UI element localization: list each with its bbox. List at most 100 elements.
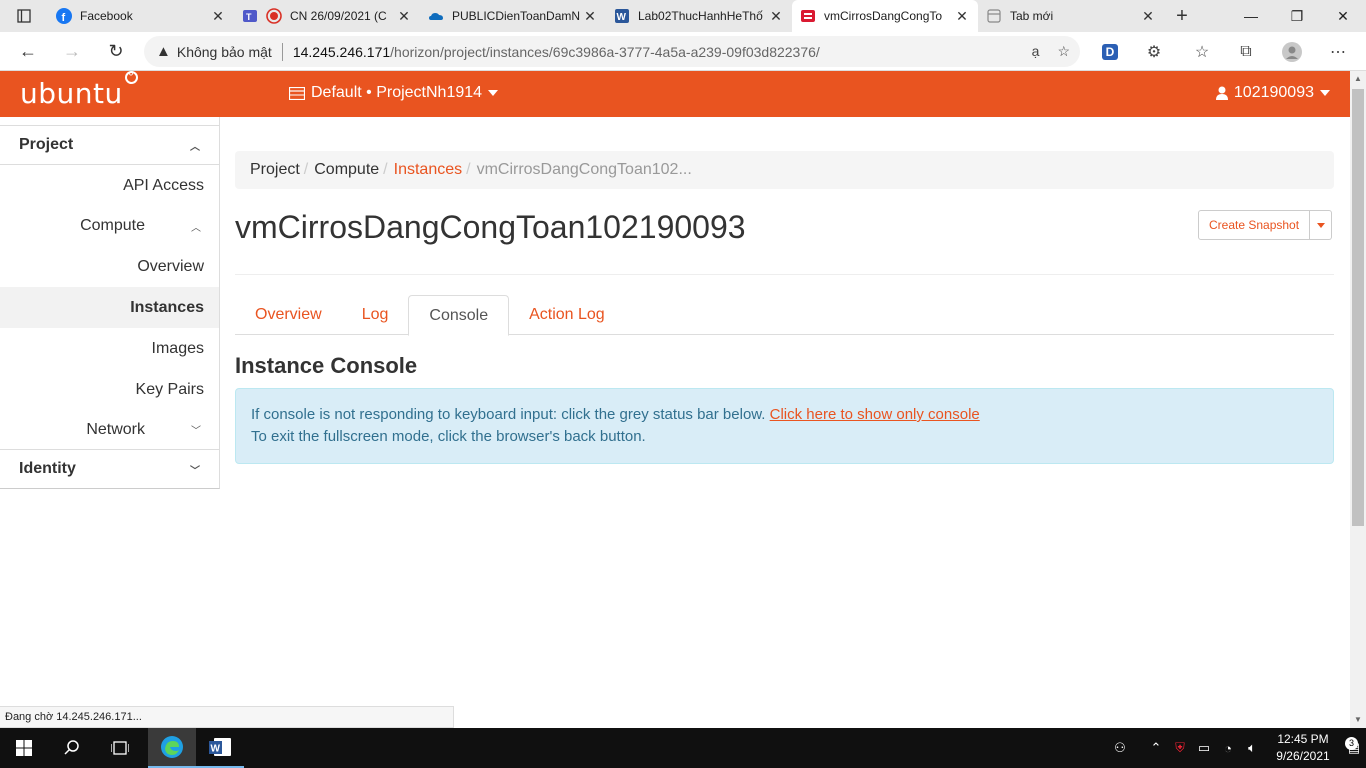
breadcrumb-compute: Compute — [314, 161, 380, 178]
volume-icon[interactable]: 🔈︎ — [1240, 740, 1264, 756]
scroll-down-icon[interactable]: ▼ — [1350, 712, 1366, 728]
more-menu-icon[interactable]: ⋯ — [1323, 32, 1353, 71]
create-snapshot-button-group: Create Snapshot — [1198, 210, 1333, 240]
scroll-up-icon[interactable]: ▲ — [1350, 71, 1366, 87]
tab-actions-icon[interactable] — [0, 0, 48, 32]
sidebar-group-compute[interactable]: Compute ︿ — [0, 206, 220, 246]
antivirus-icon[interactable]: ⛨ — [1168, 740, 1192, 756]
sidebar-section-identity[interactable]: Identity ﹀ — [0, 450, 220, 489]
create-snapshot-button[interactable]: Create Snapshot — [1198, 210, 1311, 240]
word-taskbar-icon[interactable]: W — [196, 728, 244, 768]
tab-log[interactable]: Log — [342, 295, 409, 335]
sidebar-top-edge — [0, 117, 220, 126]
collections-icon[interactable]: ⧉ — [1231, 32, 1261, 71]
tab-overview[interactable]: Overview — [235, 295, 342, 335]
windows-start-icon[interactable] — [0, 728, 48, 768]
extensions-icon[interactable]: ⚙ — [1139, 32, 1169, 71]
ubuntu-logo[interactable]: ubuntu° — [20, 70, 138, 110]
close-icon[interactable]: ✕ — [954, 8, 970, 25]
forward-icon[interactable]: → — [50, 32, 94, 71]
breadcrumb-current: vmCirrosDangCongToan102... — [476, 161, 692, 178]
back-icon[interactable]: ← — [6, 32, 50, 71]
page-title: vmCirrosDangCongToan102190093 — [235, 209, 746, 245]
close-icon[interactable]: ✕ — [396, 8, 412, 25]
system-clock[interactable]: 12:45 PM 9/26/2021 — [1264, 731, 1342, 765]
task-view-icon[interactable] — [96, 728, 144, 768]
browser-tab-onedrive[interactable]: PUBLICDienToanDamN ✕ — [420, 0, 606, 32]
scroll-thumb[interactable] — [1352, 89, 1364, 526]
sidebar-item-api-access[interactable]: API Access — [0, 165, 220, 206]
edge-taskbar-icon[interactable] — [148, 728, 196, 768]
header-divider — [235, 274, 1334, 275]
profile-avatar-icon[interactable] — [1277, 32, 1307, 71]
sidebar-item-label: Key Pairs — [135, 380, 204, 398]
browser-tab-word[interactable]: W Lab02ThucHanhHeThố ✕ — [606, 0, 792, 32]
sidebar-group-network[interactable]: Network ﹀ — [0, 410, 220, 450]
chevron-down-icon: ﹀ — [191, 426, 201, 437]
people-icon[interactable]: ⚇ — [1108, 740, 1132, 756]
tab-action-log[interactable]: Action Log — [509, 295, 625, 335]
recording-icon — [266, 8, 282, 24]
url-separator — [281, 42, 283, 61]
add-favorite-icon[interactable]: ☆ — [1057, 43, 1070, 60]
instance-detail-tabs: Overview Log Console Action Log — [235, 295, 1334, 336]
new-tab-button[interactable]: + — [1164, 0, 1200, 32]
maximize-icon[interactable]: ❐ — [1274, 0, 1320, 32]
browser-tab-horizon[interactable]: vmCirrosDangCongTo ✕ — [792, 0, 978, 32]
project-selector-label: Default • ProjectNh1914 — [311, 84, 483, 101]
actions-dropdown-button[interactable] — [1310, 210, 1333, 240]
onedrive-icon — [428, 8, 444, 24]
breadcrumb-separator: / — [303, 161, 309, 178]
sidebar-section-label: Identity — [19, 460, 76, 477]
svg-text:T: T — [246, 12, 252, 22]
battery-icon[interactable]: ▭ — [1192, 740, 1216, 756]
user-menu[interactable]: 102190093 — [1215, 84, 1330, 102]
project-selector[interactable]: Default • ProjectNh1914 — [289, 84, 499, 102]
browser-tab-new[interactable]: Tab mới ✕ — [978, 0, 1164, 32]
sidebar-item-images[interactable]: Images — [0, 328, 220, 369]
sidebar-item-key-pairs[interactable]: Key Pairs — [0, 369, 220, 410]
url-host: 14.245.246.171 — [292, 43, 391, 60]
tab-console[interactable]: Console — [408, 295, 510, 336]
refresh-icon[interactable]: ↻ — [94, 32, 138, 71]
close-icon[interactable]: ✕ — [1140, 8, 1156, 25]
read-aloud-icon[interactable]: ạ — [1032, 43, 1040, 60]
browser-tab-teams[interactable]: T CN 26/09/2021 (C ✕ — [234, 0, 420, 32]
close-icon[interactable]: ✕ — [210, 8, 226, 25]
window-close-icon[interactable]: ✕ — [1320, 0, 1366, 32]
extension-d-icon[interactable]: D — [1095, 32, 1125, 71]
table-icon — [289, 86, 305, 100]
sidebar-section-project[interactable]: Project ︿ — [0, 126, 220, 165]
notification-center-icon[interactable]: ▤3 — [1342, 737, 1366, 756]
wifi-icon[interactable]: ◔ — [1216, 741, 1240, 756]
alert-line-2: To exit the fullscreen mode, click the b… — [251, 428, 646, 445]
user-icon — [1215, 86, 1228, 100]
url-path: /horizon/project/instances/69c3986a-3777… — [390, 43, 820, 60]
close-icon[interactable]: ✕ — [768, 8, 784, 25]
favorites-icon[interactable]: ☆ — [1187, 32, 1217, 71]
address-bar[interactable]: ▲ Không bảo mật 14.245.246.171/horizon/p… — [144, 36, 1080, 67]
sidebar-item-label: Overview — [137, 257, 204, 275]
security-label[interactable]: Không bảo mật — [177, 44, 272, 60]
clock-time: 12:45 PM — [1277, 732, 1329, 746]
svg-text:W: W — [211, 744, 221, 755]
search-icon[interactable] — [48, 728, 96, 768]
sidebar-item-label: API Access — [123, 176, 204, 194]
breadcrumb: Project / Compute / Instances / vmCirrosDan… — [235, 151, 1334, 189]
minimize-icon[interactable]: — — [1228, 0, 1274, 32]
sidebar-item-label: Instances — [130, 298, 204, 316]
breadcrumb-instances-link[interactable]: Instances — [394, 161, 462, 179]
warning-icon: ▲ — [156, 43, 171, 60]
word-icon: W — [614, 8, 630, 24]
chevron-up-icon: ︿ — [191, 222, 201, 234]
sidebar-item-instances[interactable]: Instances — [0, 287, 220, 328]
sidebar-group-label: Network — [86, 420, 145, 438]
browser-tab-facebook[interactable]: f Facebook ✕ — [48, 0, 234, 32]
show-only-console-link[interactable]: Click here to show only console — [770, 406, 980, 423]
page-scrollbar[interactable]: ▲ ▼ — [1350, 71, 1366, 728]
console-info-alert: If console is not responding to keyboard… — [235, 388, 1334, 464]
chevron-up-icon: ︿ — [190, 141, 200, 153]
sidebar-item-overview[interactable]: Overview — [0, 246, 220, 287]
chevron-up-icon[interactable]: ⌃ — [1144, 740, 1168, 756]
close-icon[interactable]: ✕ — [582, 8, 598, 25]
